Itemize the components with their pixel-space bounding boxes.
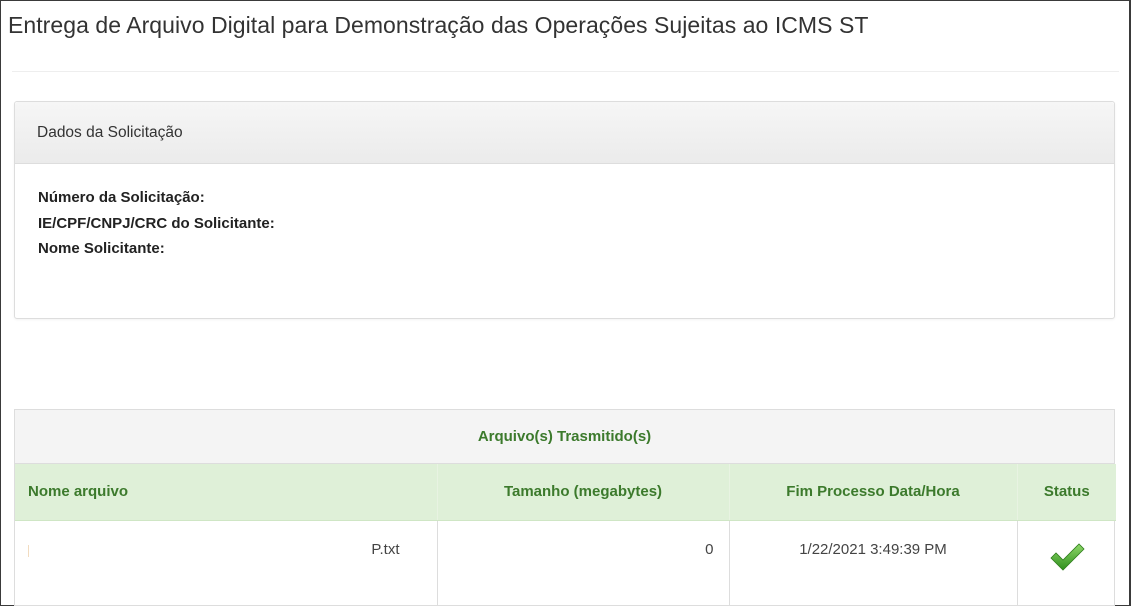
file-name-cell: P.txt	[15, 520, 438, 605]
checkmark-icon	[1049, 541, 1085, 573]
transmitted-files-table: Arquivo(s) Trasmitido(s) Nome arquivo Ta…	[14, 409, 1116, 606]
status-cell	[1017, 520, 1116, 605]
table-header-row: Nome arquivo Tamanho (megabytes) Fim Pro…	[15, 464, 1116, 521]
title-divider	[12, 71, 1119, 72]
request-data-panel: Dados da Solicitação Número da Solicitaç…	[14, 101, 1115, 319]
table-caption: Arquivo(s) Trasmitido(s)	[15, 410, 1114, 464]
page-title: Entrega de Arquivo Digital para Demonstr…	[8, 12, 869, 38]
file-size-cell: 0	[437, 520, 730, 605]
requester-name-label: Nome Solicitante:	[38, 240, 165, 257]
column-header-end-time: Fim Processo Data/Hora	[729, 464, 1018, 521]
column-header-file-name: Nome arquivo	[15, 464, 438, 521]
panel-heading: Dados da Solicitação	[15, 102, 1114, 164]
end-time-cell: 1/22/2021 3:49:39 PM	[729, 520, 1018, 605]
column-header-status: Status	[1017, 464, 1116, 521]
table-row: P.txt 0 1/22/2021 3:49:39 PM	[15, 520, 1116, 605]
panel-body: Número da Solicitação: IE/CPF/CNPJ/CRC d…	[15, 164, 1114, 262]
requester-document-label: IE/CPF/CNPJ/CRC do Solicitante:	[38, 214, 275, 232]
file-name: P.txt	[371, 540, 400, 558]
files-grid: Nome arquivo Tamanho (megabytes) Fim Pro…	[15, 464, 1116, 605]
column-header-size: Tamanho (megabytes)	[437, 464, 730, 521]
redacted-text-mark	[28, 544, 29, 557]
request-number-label: Número da Solicitação:	[38, 189, 205, 206]
